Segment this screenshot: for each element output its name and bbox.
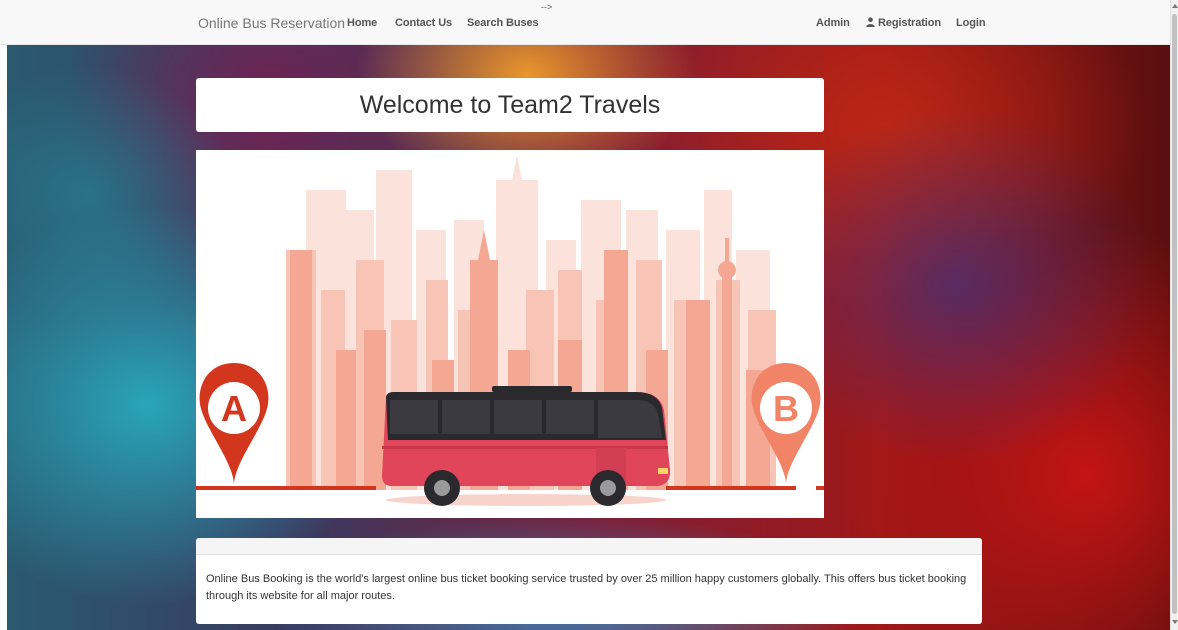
road-left [196,486,376,490]
page: Online Bus Reservation Home Contact Us S… [0,0,1178,630]
top-navbar: Online Bus Reservation Home Contact Us S… [0,0,1170,45]
marker-a-label: A [221,388,247,429]
user-icon [866,17,875,27]
scroll-thumb[interactable] [1172,14,1177,614]
stray-comment-text: --> [541,2,553,12]
bus-route-illustration: A B [196,150,824,518]
marker-b-label: B [773,388,799,429]
nav-login[interactable]: Login [956,17,986,29]
nav-registration[interactable]: Registration [866,17,941,29]
welcome-title: Welcome to Team2 Travels [359,90,661,119]
registration-label: Registration [878,17,941,29]
nav-contact-us[interactable]: Contact Us [395,17,452,29]
scroll-down-icon[interactable] [1172,620,1178,624]
nav-search-buses[interactable]: Search Buses [467,17,539,29]
scroll-up-icon[interactable] [1172,4,1178,8]
info-panel-heading [196,538,982,555]
nav-home[interactable]: Home [347,17,377,29]
page-scrollbar[interactable] [1170,0,1178,630]
info-text: Online Bus Booking is the world's larges… [206,573,967,602]
nav-admin[interactable]: Admin [816,17,850,29]
welcome-panel: Welcome to Team2 Travels [196,78,824,132]
hero-illustration: A B [196,150,824,518]
brand-link[interactable]: Online Bus Reservation [198,15,345,31]
info-panel: Online Bus Booking is the world's larges… [196,538,982,624]
